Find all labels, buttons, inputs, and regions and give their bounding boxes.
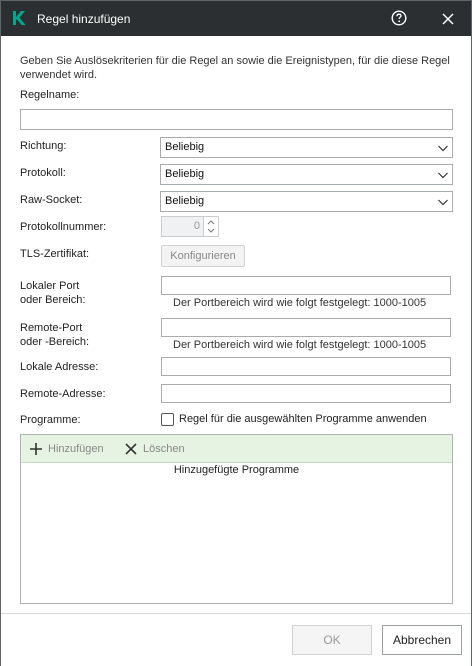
raw-socket-select[interactable]: Beliebig	[160, 191, 453, 212]
remote-port-input[interactable]	[161, 318, 451, 337]
delete-x-icon	[125, 443, 137, 455]
remote-port-label-line2: oder -Bereich:	[20, 336, 90, 348]
protocol-number-label: Protokollnummer:	[20, 221, 107, 233]
close-icon[interactable]	[439, 10, 457, 28]
protocol-label: Protokoll:	[20, 167, 66, 179]
add-program-button[interactable]: Hinzufügen	[28, 441, 120, 457]
title-bar: Regel hinzufügen	[1, 1, 471, 36]
local-address-input[interactable]	[161, 357, 451, 376]
remote-port-hint: Der Portbereich wird wie folgt festgeleg…	[173, 339, 427, 351]
programs-toolbar: Hinzufügen Löschen	[21, 435, 452, 463]
local-port-hint: Der Portbereich wird wie folgt festgeleg…	[173, 297, 427, 309]
direction-value: Beliebig	[165, 141, 205, 153]
chevron-down-icon	[438, 145, 448, 152]
stepper-arrows[interactable]	[203, 217, 218, 236]
direction-label: Richtung:	[20, 140, 67, 152]
cancel-button[interactable]: Abbrechen	[382, 625, 462, 655]
protocol-number-stepper[interactable]: 0	[161, 216, 219, 237]
apply-programs-checkbox-label[interactable]: Regel für die ausgewählten Programme anw…	[179, 413, 427, 425]
rule-name-input[interactable]	[20, 109, 453, 130]
remote-port-label: Remote-Port	[20, 322, 83, 334]
chevron-down-icon	[438, 199, 448, 206]
apply-programs-checkbox[interactable]	[161, 413, 174, 426]
dialog-footer: OK Abbrechen	[1, 613, 471, 666]
delete-program-button[interactable]: Löschen	[123, 441, 193, 457]
remote-address-label: Remote-Adresse:	[20, 388, 106, 400]
description-text: Geben Sie Auslösekriterien für die Regel…	[20, 55, 450, 81]
chevron-down-icon	[438, 172, 448, 179]
local-port-input[interactable]	[161, 276, 451, 295]
tls-certificate-label: TLS-Zertifikat:	[20, 248, 90, 260]
programs-label: Programme:	[20, 414, 81, 426]
raw-socket-label: Raw-Socket:	[20, 194, 83, 206]
raw-socket-value: Beliebig	[165, 195, 205, 207]
protocol-number-value: 0	[193, 220, 200, 232]
add-program-label: Hinzufügen	[48, 443, 104, 455]
ok-button[interactable]: OK	[292, 625, 372, 655]
add-rule-dialog: Regel hinzufügen Geben Sie Auslösekriter…	[0, 0, 472, 666]
plus-icon	[30, 443, 42, 455]
programs-column-header: Hinzugefügte Programme	[173, 464, 300, 476]
programs-list: Hinzufügen Löschen Hinzugefügte Programm…	[20, 434, 453, 604]
protocol-select[interactable]: Beliebig	[160, 164, 453, 185]
local-port-label: Lokaler Port	[20, 280, 80, 292]
protocol-value: Beliebig	[165, 168, 205, 180]
stepper-up-down-icon	[207, 220, 215, 233]
local-address-label: Lokale Adresse:	[20, 361, 99, 373]
local-port-label-line2: oder Bereich:	[20, 294, 86, 306]
configure-button[interactable]: Konfigurieren	[161, 245, 245, 267]
remote-address-input[interactable]	[161, 384, 451, 403]
rule-name-label: Regelname:	[20, 89, 80, 101]
kaspersky-k-icon	[13, 11, 26, 25]
help-icon[interactable]	[391, 10, 407, 26]
dialog-title: Regel hinzufügen	[37, 12, 131, 26]
direction-select[interactable]: Beliebig	[160, 137, 453, 158]
delete-program-label: Löschen	[143, 443, 185, 455]
